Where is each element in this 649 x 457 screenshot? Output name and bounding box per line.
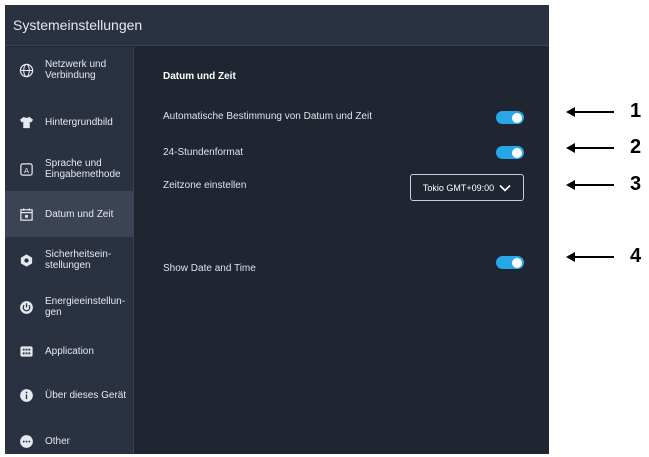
chevron-down-icon: [499, 184, 511, 192]
shirt-icon: [19, 115, 34, 130]
arrow-left-icon: [566, 106, 614, 117]
main-content: Datum und Zeit Automatische Bestimmung v…: [134, 47, 549, 454]
arrow-left-icon: [566, 142, 614, 153]
timezone-select[interactable]: Tokio GMT+09:00: [410, 174, 524, 201]
toggle-knob: [512, 147, 522, 158]
sidebar-item-label: Sicherheitsein- stellungen: [45, 249, 112, 271]
format-24h-toggle[interactable]: [496, 146, 524, 159]
annotation-1: 1: [566, 100, 641, 123]
sidebar-item-other[interactable]: Other: [5, 419, 133, 454]
sidebar-item-label: Other: [45, 435, 71, 447]
sidebar-item-security[interactable]: Sicherheitsein- stellungen: [5, 237, 133, 283]
show-date-time-toggle[interactable]: [496, 256, 524, 269]
settings-screen: Systemeinstellungen Netzwerk und Verbind…: [5, 5, 549, 454]
sidebar-item-label: Netzwerk und Verbindung: [45, 59, 107, 81]
sidebar-item-energy[interactable]: Energieeinstellun- gen: [5, 285, 133, 329]
show-date-time-label: Show Date and Time: [163, 263, 256, 274]
sidebar-item-label: Application: [45, 345, 94, 357]
section-title: Datum und Zeit: [163, 71, 236, 82]
language-icon: A: [19, 162, 34, 177]
timezone-value: Tokio GMT+09:00: [422, 182, 495, 193]
sidebar-item-wallpaper[interactable]: Hintergrundbild: [5, 97, 133, 147]
apps-icon: [19, 344, 34, 359]
annotation-3: 3: [566, 173, 641, 196]
toggle-knob: [512, 112, 522, 123]
annotation-number: 4: [630, 245, 642, 267]
sidebar-item-about[interactable]: Über dieses Gerät: [5, 373, 133, 417]
sidebar-item-network[interactable]: Netzwerk und Verbindung: [5, 47, 133, 93]
power-icon: [19, 300, 34, 315]
annotation-number: 2: [630, 136, 642, 158]
annotation-number: 3: [630, 173, 642, 195]
sidebar-item-date-time[interactable]: Datum und Zeit: [5, 191, 133, 237]
auto-time-toggle[interactable]: [496, 111, 524, 124]
globe-icon: [19, 63, 34, 78]
svg-text:A: A: [24, 165, 29, 174]
shield-icon: [19, 253, 34, 268]
auto-time-label: Automatische Bestimmung von Datum und Ze…: [163, 111, 372, 122]
info-icon: [19, 388, 34, 403]
annotation-number: 1: [630, 100, 642, 122]
sidebar-item-label: Sprache und Eingabemethode: [45, 158, 121, 180]
sidebar-item-label: Hintergrundbild: [45, 116, 113, 128]
timezone-label: Zeitzone einstellen: [163, 180, 247, 191]
sidebar-item-label: Über dieses Gerät: [45, 389, 127, 401]
sidebar-item-label: Datum und Zeit: [45, 208, 114, 220]
sidebar-item-application[interactable]: Application: [5, 329, 133, 373]
format-24h-label: 24-Stundenformat: [163, 147, 244, 158]
annotation-4: 4: [566, 245, 641, 268]
sidebar-item-label: Energieeinstellun- gen: [45, 296, 126, 318]
arrow-left-icon: [566, 251, 614, 262]
window-title: Systemeinstellungen: [5, 5, 549, 46]
annotation-2: 2: [566, 136, 641, 159]
toggle-knob: [512, 257, 522, 268]
calendar-icon: [19, 207, 34, 222]
arrow-left-icon: [566, 179, 614, 190]
more-icon: [19, 434, 34, 449]
sidebar: Netzwerk und Verbindung Hintergrundbild …: [5, 47, 134, 454]
sidebar-item-language[interactable]: A Sprache und Eingabemethode: [5, 147, 133, 191]
